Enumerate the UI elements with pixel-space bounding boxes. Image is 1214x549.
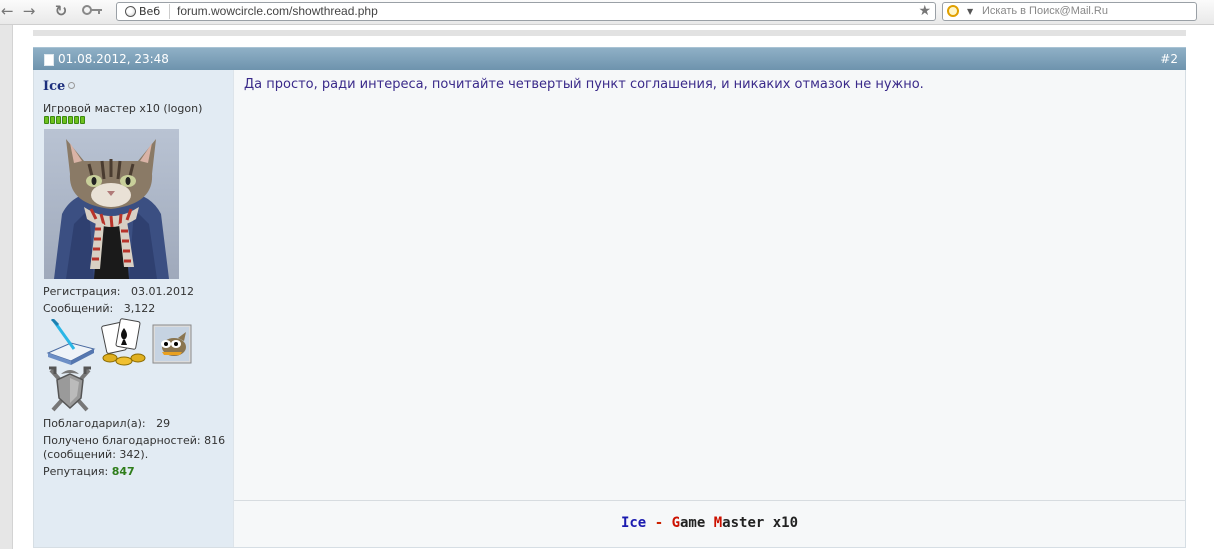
user-title: Игровой мастер x10 (logon)	[43, 102, 203, 115]
search-input[interactable]: Искать в Поиск@Mail.Ru	[982, 3, 1108, 20]
key-icon[interactable]	[82, 3, 104, 20]
book-quill-award-icon[interactable]	[46, 317, 96, 368]
user-avatar[interactable]	[44, 129, 179, 279]
search-engine-dropdown-icon[interactable]: ▼	[967, 3, 973, 20]
user-info-column: Ice Игровой мастер x10 (logon) Регистрац…	[34, 70, 234, 547]
back-arrow-icon[interactable]: ←	[1, 3, 14, 20]
signature-name: Ice	[620, 515, 647, 531]
globe-icon	[125, 6, 136, 17]
rank-pip	[44, 116, 49, 124]
registration-label: Регистрация:	[43, 285, 121, 298]
previous-post-bottom-border	[33, 30, 1186, 36]
document-icon	[44, 54, 54, 66]
post-message: Да просто, ради интереса, почитайте четв…	[244, 77, 924, 92]
signature-m-letter: M	[713, 515, 723, 531]
post-date: 01.08.2012, 23:48	[58, 52, 169, 66]
signature-g-letter: G	[671, 515, 680, 531]
online-status-icon	[68, 82, 75, 89]
user-signature: Ice - Game Master x10	[234, 515, 1185, 531]
posts-value: 3,122	[123, 302, 156, 315]
thanks-posts-info: (сообщений: 342).	[43, 448, 149, 461]
rank-pip	[62, 116, 67, 124]
registration-value: 03.01.2012	[130, 285, 194, 298]
rank-pip	[56, 116, 61, 124]
rank-bar	[44, 116, 85, 124]
search-magnifier-icon[interactable]	[947, 5, 959, 17]
reputation-value: 847	[111, 465, 135, 478]
reputation-label: Репутация:	[43, 465, 109, 478]
thanked-label: Поблагодарил(а):	[43, 417, 146, 430]
rank-pip	[68, 116, 73, 124]
address-bar[interactable]: Веб forum.wowcircle.com/showthread.php ★	[116, 2, 936, 21]
posts-label: Сообщений:	[43, 302, 114, 315]
thanks-received-label: Получено благодарностей:	[43, 434, 201, 447]
signature-m-rest: aster x10	[722, 515, 799, 531]
rank-pip	[50, 116, 55, 124]
thanks-received-info: Получено благодарностей: 816	[43, 434, 225, 447]
post-content-column: Да просто, ради интереса, почитайте четв…	[234, 70, 1185, 547]
registration-info: Регистрация: 03.01.2012	[43, 285, 194, 298]
forward-arrow-icon[interactable]: →	[20, 3, 38, 20]
web-button-label: Веб	[139, 5, 161, 18]
gimp-award-icon[interactable]	[152, 324, 192, 367]
thanks-received-value: 816	[204, 434, 226, 447]
reputation-info: Репутация: 847	[43, 465, 135, 478]
web-search-button[interactable]: Веб	[119, 4, 170, 19]
thanked-info: Поблагодарил(а): 29	[43, 417, 170, 430]
post-body: Ice Игровой мастер x10 (logon) Регистрац…	[33, 70, 1186, 548]
cards-coins-award-icon[interactable]	[100, 318, 148, 369]
browser-toolbar: ← → ↻ Веб forum.wowcircle.com/showthread…	[0, 0, 1214, 25]
reload-icon[interactable]: ↻	[52, 3, 70, 20]
signature-g-rest: ame	[680, 515, 706, 531]
url-text[interactable]: forum.wowcircle.com/showthread.php	[177, 3, 378, 20]
rank-pip	[80, 116, 85, 124]
shield-swords-award-icon[interactable]	[47, 366, 93, 417]
thanked-value: 29	[156, 417, 171, 430]
bookmark-star-icon[interactable]: ★	[918, 3, 931, 20]
signature-divider	[234, 500, 1185, 501]
username-link[interactable]: Ice	[43, 79, 65, 94]
page-left-gutter	[0, 25, 13, 549]
posts-info: Сообщений: 3,122	[43, 302, 155, 315]
rank-pip	[74, 116, 79, 124]
search-box[interactable]: ▼ Искать в Поиск@Mail.Ru	[942, 2, 1197, 21]
signature-dash: -	[654, 515, 664, 531]
post-header: 01.08.2012, 23:48 #2	[33, 47, 1186, 70]
post-number-link[interactable]: #2	[1160, 48, 1178, 70]
